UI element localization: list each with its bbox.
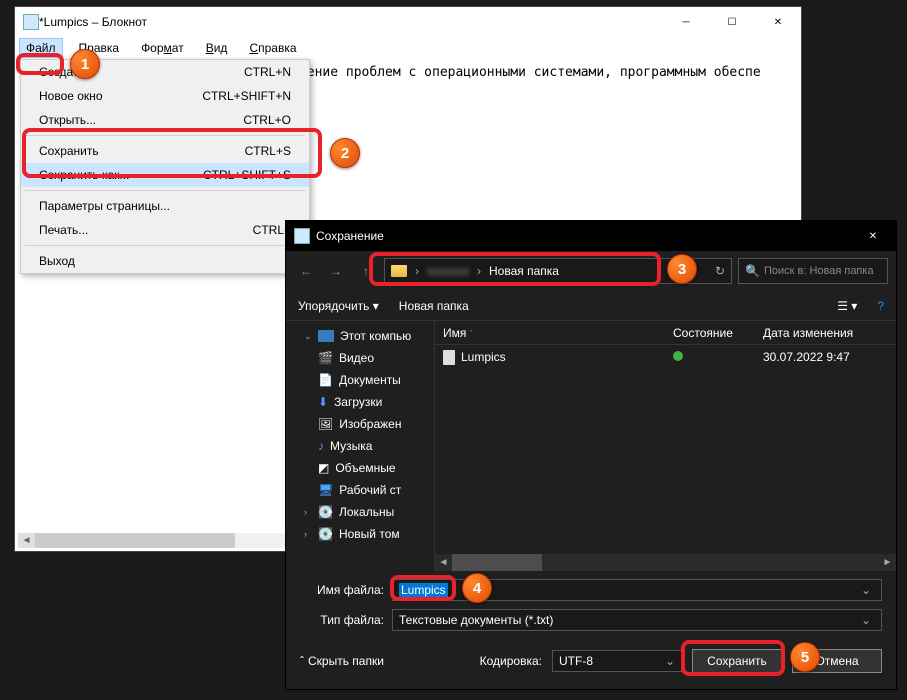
nav-up-icon[interactable]: ↑ (354, 259, 378, 283)
disk-icon: 💽 (318, 505, 333, 519)
filetype-select[interactable]: Текстовые документы (*.txt)⌄ (392, 609, 882, 631)
search-icon: 🔍 (745, 264, 760, 278)
notepad-titlebar: *Lumpics – Блокнот ─ ☐ ✕ (15, 7, 801, 37)
organize-button[interactable]: Упорядочить ▾ (298, 299, 379, 313)
scroll-thumb[interactable] (452, 554, 542, 571)
chevron-up-icon: ˆ (300, 654, 304, 668)
filetype-field: Тип файла: Текстовые документы (*.txt)⌄ (300, 609, 882, 631)
encoding-select[interactable]: UTF-8⌄ (552, 650, 682, 672)
header-state[interactable]: Состояние (665, 326, 755, 340)
chevron-down-icon[interactable]: ⌄ (857, 613, 875, 627)
badge-4: 4 (462, 573, 492, 603)
scroll-left-icon[interactable]: ◄ (435, 554, 452, 571)
downloads-icon: ⬇ (318, 395, 328, 409)
cube-icon: ◩ (318, 461, 329, 475)
video-icon: 🎬 (318, 351, 333, 365)
save-toolbar: Упорядочить ▾ Новая папка ☰ ▾ ? (286, 291, 896, 321)
list-headers[interactable]: Имя ˆ Состояние Дата изменения (435, 321, 896, 345)
filetype-label: Тип файла: (300, 613, 384, 627)
tree-local-disk[interactable]: ›💽Локальны (286, 501, 434, 523)
tree-video[interactable]: 🎬Видео (286, 347, 434, 369)
menu-view[interactable]: Вид (200, 39, 234, 57)
notepad-title: *Lumpics – Блокнот (39, 15, 663, 29)
tree-music[interactable]: ♪Музыка (286, 435, 434, 457)
save-dialog-title: Сохранение (316, 229, 850, 243)
menu-file[interactable]: Файл (19, 38, 63, 58)
images-icon: 🖼 (318, 417, 333, 431)
file-menu-dropdown: СоздатьCTRL+N Новое окноCTRL+SHIFT+N Отк… (20, 59, 310, 274)
path-current[interactable]: Новая папка (489, 264, 559, 278)
menu-item-new-window[interactable]: Новое окноCTRL+SHIFT+N (21, 84, 309, 108)
help-icon[interactable]: ? (877, 299, 884, 313)
minimize-button[interactable]: ─ (663, 7, 709, 37)
list-item[interactable]: Lumpics 30.07.2022 9:47 (435, 345, 896, 369)
tree-this-pc[interactable]: ⌄Этот компью (286, 325, 434, 347)
notepad-icon (23, 14, 39, 30)
badge-2: 2 (330, 138, 360, 168)
nav-forward-icon[interactable]: → (324, 259, 348, 283)
maximize-button[interactable]: ☐ (709, 7, 755, 37)
filename-label: Имя файла: (300, 583, 384, 597)
nav-back-icon[interactable]: ← (294, 259, 318, 283)
tree-3d[interactable]: ◩Объемные (286, 457, 434, 479)
menu-item-open[interactable]: Открыть...CTRL+O (21, 108, 309, 132)
scroll-left-icon[interactable]: ◄ (18, 533, 35, 548)
notepad-menubar: Файл Правка Формат Вид Справка (15, 37, 801, 59)
menu-item-print[interactable]: Печать...CTRL+ (21, 218, 309, 242)
header-name[interactable]: Имя ˆ (435, 326, 665, 340)
save-button[interactable]: Сохранить (692, 649, 782, 673)
file-list: Имя ˆ Состояние Дата изменения Lumpics 3… (434, 321, 896, 571)
badge-5: 5 (790, 642, 820, 672)
status-ok-icon (673, 351, 683, 361)
menu-item-save-as[interactable]: Сохранить как...CTRL+SHIFT+S (21, 163, 309, 187)
scroll-right-icon[interactable]: ► (879, 554, 896, 571)
badge-1: 1 (70, 49, 100, 79)
desktop-icon: 🖥 (318, 483, 333, 497)
refresh-icon[interactable]: ↻ (715, 264, 725, 278)
save-dialog: Сохранение ✕ ← → ↑ › xxxxxxx › Новая пап… (285, 220, 897, 690)
header-date[interactable]: Дата изменения (755, 326, 861, 340)
encoding-label: Кодировка: (480, 654, 542, 668)
tree-new-volume[interactable]: ›💽Новый том (286, 523, 434, 545)
folder-icon (391, 265, 407, 277)
tree-downloads[interactable]: ⬇Загрузки (286, 391, 434, 413)
hide-folders-toggle[interactable]: ˆСкрыть папки (300, 654, 384, 668)
text-file-icon (443, 350, 455, 365)
search-placeholder: Поиск в: Новая папка (764, 265, 874, 277)
badge-3: 3 (667, 254, 697, 284)
tree-documents[interactable]: 📄Документы (286, 369, 434, 391)
menu-item-create[interactable]: СоздатьCTRL+N (21, 60, 309, 84)
menu-format[interactable]: Формат (135, 39, 190, 57)
save-dialog-titlebar: Сохранение ✕ (286, 221, 896, 251)
menu-item-page-setup[interactable]: Параметры страницы... (21, 194, 309, 218)
chevron-down-icon[interactable]: ⌄ (665, 654, 675, 668)
path-blurred: xxxxxxx (427, 264, 469, 278)
menu-item-save[interactable]: СохранитьCTRL+S (21, 139, 309, 163)
chevron-down-icon[interactable]: ⌄ (857, 583, 875, 597)
new-folder-button[interactable]: Новая папка (399, 299, 469, 313)
menu-help[interactable]: Справка (243, 39, 302, 57)
save-dialog-close[interactable]: ✕ (850, 221, 896, 251)
list-horizontal-scrollbar[interactable]: ◄ ► (435, 554, 896, 571)
filename-field: Имя файла: Lumpics⌄ (300, 579, 882, 601)
menu-item-exit[interactable]: Выход (21, 249, 309, 273)
music-icon: ♪ (318, 439, 324, 453)
documents-icon: 📄 (318, 373, 333, 387)
close-button[interactable]: ✕ (755, 7, 801, 37)
search-input[interactable]: 🔍 Поиск в: Новая папка (738, 258, 888, 284)
save-nav: ← → ↑ › xxxxxxx › Новая папка ⌄ ↻ 🔍 Поис… (286, 251, 896, 291)
disk-icon: 💽 (318, 527, 333, 541)
pc-icon (318, 330, 334, 342)
save-dialog-icon (294, 228, 310, 244)
scroll-thumb[interactable] (35, 533, 235, 548)
tree-desktop[interactable]: 🖥Рабочий ст (286, 479, 434, 501)
view-options-icon[interactable]: ☰ ▾ (837, 299, 857, 313)
tree-images[interactable]: 🖼Изображен (286, 413, 434, 435)
folder-tree[interactable]: ⌄Этот компью 🎬Видео 📄Документы ⬇Загрузки… (286, 321, 434, 571)
